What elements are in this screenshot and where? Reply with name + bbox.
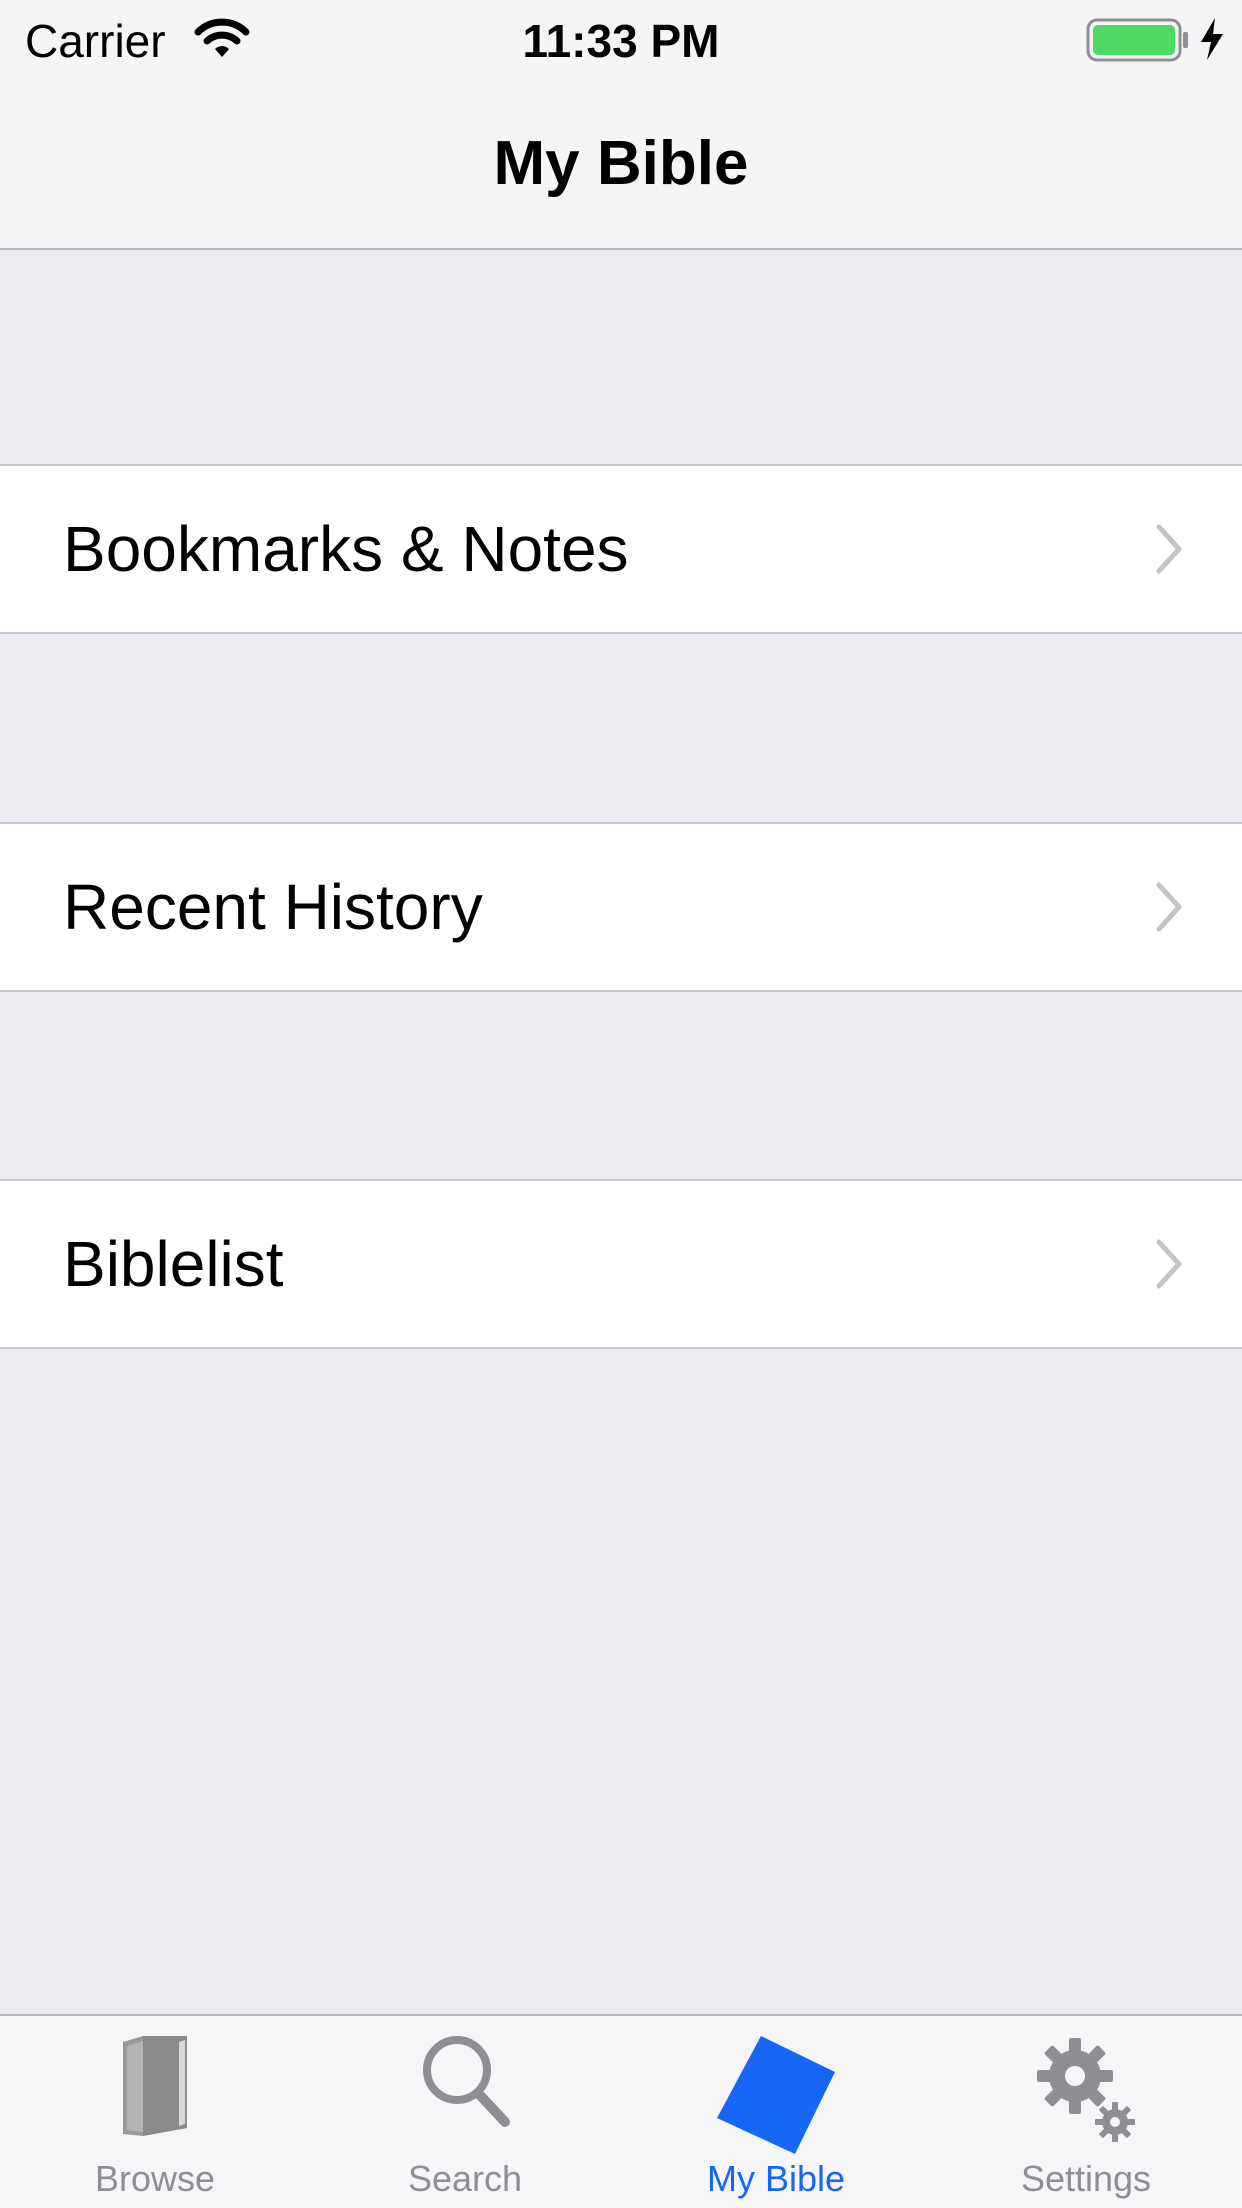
page-title: My Bible	[493, 129, 749, 198]
search-icon	[423, 2036, 510, 2127]
tab-label: Browse	[94, 2158, 216, 2199]
list-item-label: Biblelist	[63, 1228, 284, 1300]
list-item-label: Recent History	[63, 871, 483, 943]
list-item-recent-history[interactable]: Recent History	[0, 822, 1242, 992]
chevron-right-icon	[1156, 1239, 1182, 1289]
bible-icon	[717, 2036, 835, 2154]
tab-browse[interactable]: Browse	[0, 2016, 310, 2208]
top-bar: Carrier 11:33 PM My Bible	[0, 0, 1242, 250]
gear-icon	[1037, 2038, 1135, 2142]
tab-label: My Bible	[706, 2158, 846, 2199]
list-item-label: Bookmarks & Notes	[63, 513, 629, 585]
battery-icon	[1086, 18, 1188, 62]
tab-label: Settings	[1020, 2158, 1152, 2199]
book-icon	[123, 2036, 187, 2136]
list-item-biblelist[interactable]: Biblelist	[0, 1179, 1242, 1349]
status-time: 11:33 PM	[522, 15, 720, 67]
tab-bar: Browse Search My Bible Settings	[0, 2014, 1242, 2208]
screen: Carrier 11:33 PM My Bible Bookmarks & No…	[0, 0, 1242, 2208]
charging-icon	[1201, 18, 1223, 60]
chevron-right-icon	[1156, 524, 1182, 574]
tab-search[interactable]: Search	[310, 2016, 620, 2208]
list-item-bookmarks-notes[interactable]: Bookmarks & Notes	[0, 464, 1242, 634]
tab-settings[interactable]: Settings	[931, 2016, 1241, 2208]
chevron-right-icon	[1156, 882, 1182, 932]
tab-label: Search	[407, 2158, 523, 2199]
tab-my-bible[interactable]: My Bible	[621, 2016, 931, 2208]
